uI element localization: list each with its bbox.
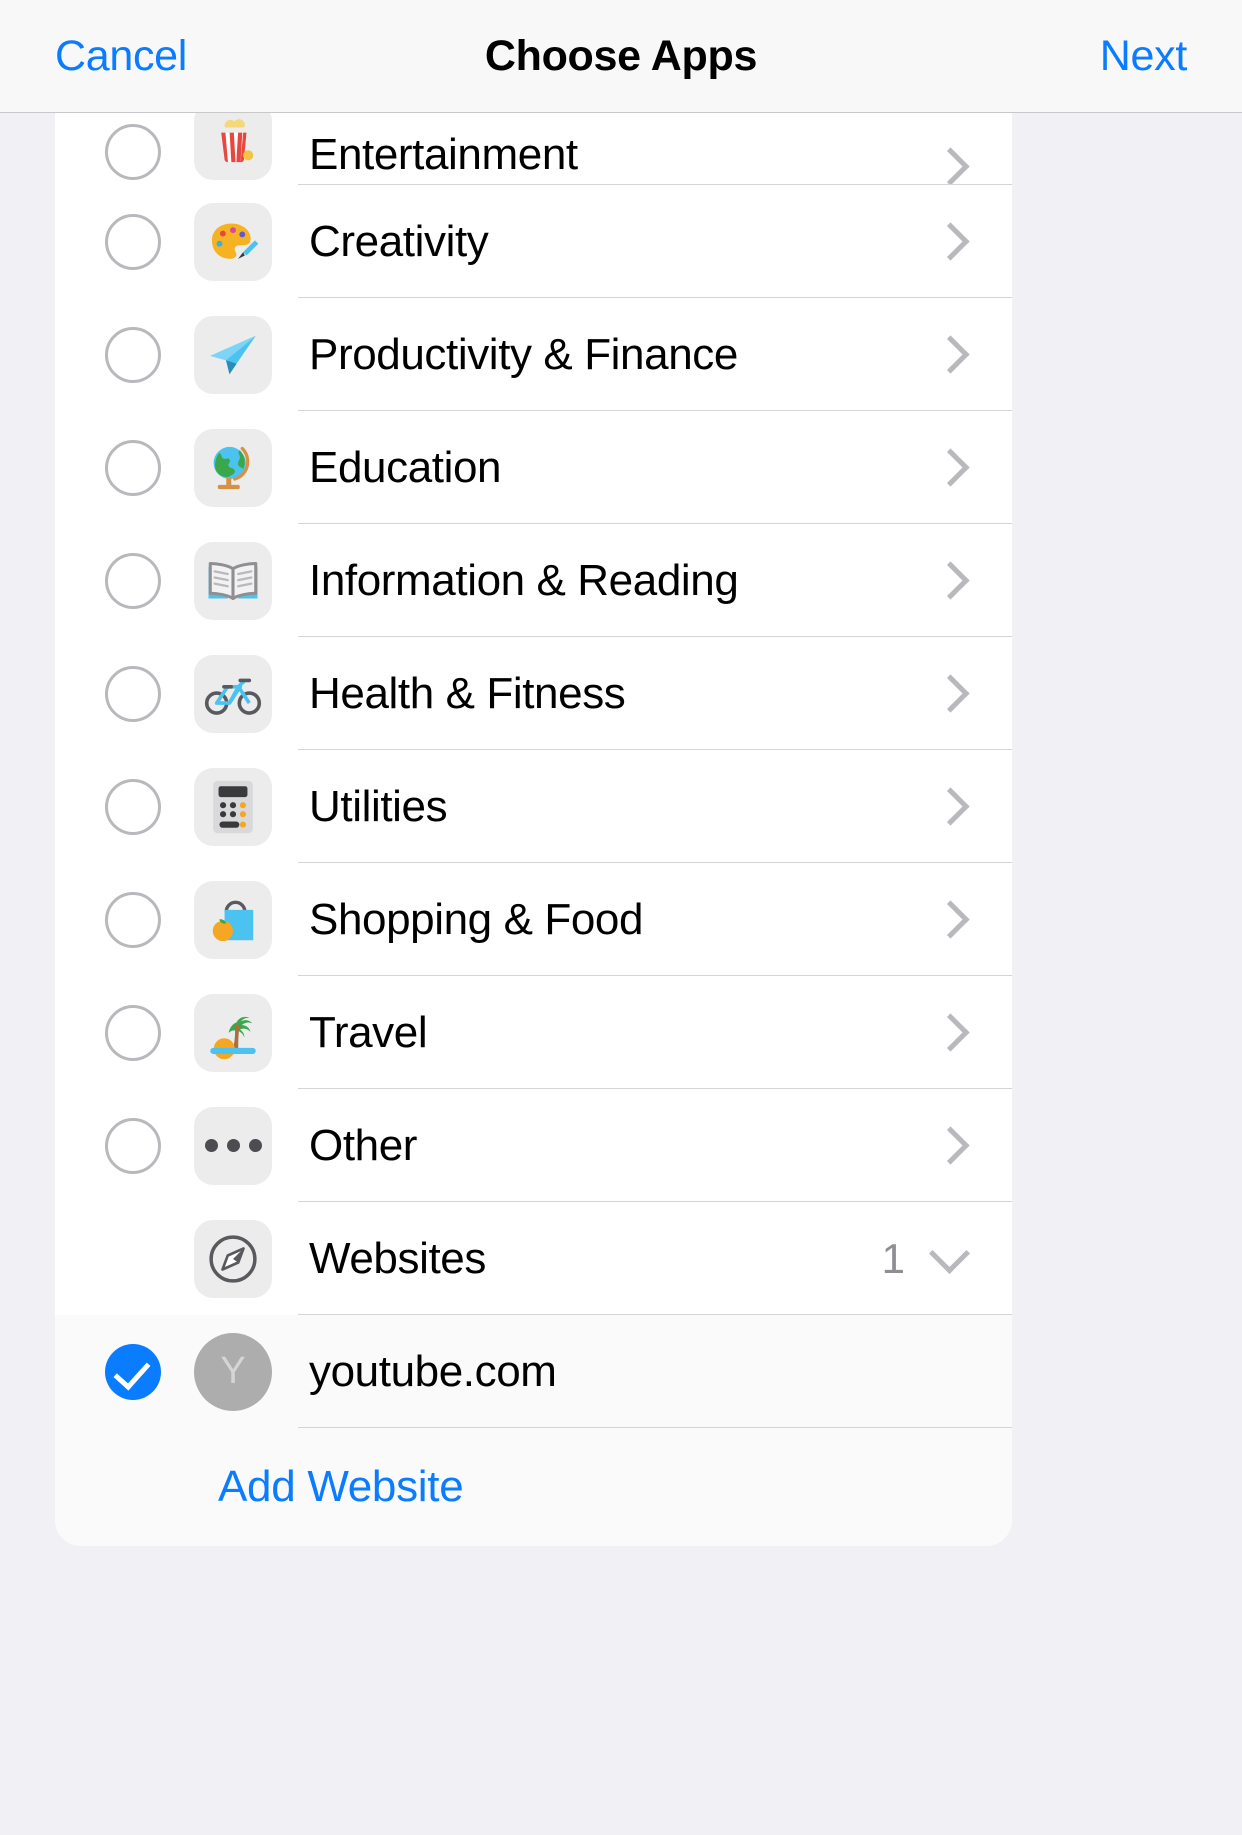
add-website-row[interactable]: Add Website <box>55 1428 1012 1546</box>
safari-compass-icon <box>194 1220 272 1298</box>
checkbox-entertainment[interactable] <box>105 124 161 180</box>
list-item-label: Shopping & Food <box>309 895 643 945</box>
chevron-right-icon[interactable] <box>931 147 969 185</box>
list-item-youtube[interactable]: Y youtube.com <box>55 1315 1012 1428</box>
next-button[interactable]: Next <box>1100 32 1187 81</box>
chevron-right-icon[interactable] <box>931 561 969 599</box>
paper-plane-icon <box>194 316 272 394</box>
list-item-label: Entertainment <box>309 130 578 180</box>
bicycle-icon <box>194 655 272 733</box>
list-item-label: Travel <box>309 1008 427 1058</box>
list-item-health-fitness[interactable]: Health & Fitness <box>55 637 1012 750</box>
desert-island-icon <box>194 994 272 1072</box>
list-item-productivity-finance[interactable]: Productivity & Finance <box>55 298 1012 411</box>
checkbox-other[interactable] <box>105 1118 161 1174</box>
navigation-bar: Cancel Choose Apps Next <box>0 0 1242 113</box>
list-item-label: Education <box>309 443 501 493</box>
checkbox-information-reading[interactable] <box>105 553 161 609</box>
list-item-label: Health & Fitness <box>309 669 625 719</box>
list-item-utilities[interactable]: Utilities <box>55 750 1012 863</box>
website-label: youtube.com <box>309 1347 557 1397</box>
chevron-right-icon[interactable] <box>931 222 969 260</box>
chevron-right-icon[interactable] <box>931 1126 969 1164</box>
apps-list-card: Entertainment Creativity <box>55 113 1012 1546</box>
checkbox-shopping-food[interactable] <box>105 892 161 948</box>
list-item-information-reading[interactable]: Information & Reading <box>55 524 1012 637</box>
chevron-down-icon[interactable] <box>929 1233 970 1274</box>
ellipsis-dot <box>227 1139 240 1152</box>
avatar: Y <box>194 1333 272 1411</box>
shopping-bag-icon <box>194 881 272 959</box>
popcorn-icon <box>194 113 272 180</box>
ellipsis-icon <box>194 1107 272 1185</box>
checkbox-productivity-finance[interactable] <box>105 327 161 383</box>
list-item-label: Productivity & Finance <box>309 330 738 380</box>
list-item-websites-section[interactable]: Websites 1 <box>55 1202 1012 1315</box>
chevron-right-icon[interactable] <box>931 674 969 712</box>
globe-icon <box>194 429 272 507</box>
artist-palette-icon <box>194 203 272 281</box>
list-item-label: Utilities <box>309 782 447 832</box>
checkbox-utilities[interactable] <box>105 779 161 835</box>
cancel-button[interactable]: Cancel <box>55 32 187 81</box>
list-item-education[interactable]: Education <box>55 411 1012 524</box>
ellipsis-dot <box>205 1139 218 1152</box>
websites-count: 1 <box>882 1235 905 1283</box>
ellipsis-dot <box>249 1139 262 1152</box>
list-item-label: Information & Reading <box>309 556 738 606</box>
chevron-right-icon[interactable] <box>931 335 969 373</box>
add-website-button[interactable]: Add Website <box>218 1462 463 1512</box>
list-item-creativity[interactable]: Creativity <box>55 185 1012 298</box>
checkbox-education[interactable] <box>105 440 161 496</box>
list-item-travel[interactable]: Travel <box>55 976 1012 1089</box>
chevron-right-icon[interactable] <box>931 787 969 825</box>
list-item-shopping-food[interactable]: Shopping & Food <box>55 863 1012 976</box>
list-item-entertainment[interactable]: Entertainment <box>55 113 1012 185</box>
calculator-icon <box>194 768 272 846</box>
list-item-other[interactable]: Other <box>55 1089 1012 1202</box>
checkbox-travel[interactable] <box>105 1005 161 1061</box>
list-item-label: Creativity <box>309 217 488 267</box>
checkbox-health-fitness[interactable] <box>105 666 161 722</box>
checkbox-youtube[interactable] <box>105 1344 161 1400</box>
open-book-icon <box>194 542 272 620</box>
chevron-right-icon[interactable] <box>931 448 969 486</box>
chevron-right-icon[interactable] <box>931 1013 969 1051</box>
list-item-label: Other <box>309 1121 417 1171</box>
checkbox-creativity[interactable] <box>105 214 161 270</box>
chevron-right-icon[interactable] <box>931 900 969 938</box>
websites-section-label: Websites <box>309 1234 486 1284</box>
